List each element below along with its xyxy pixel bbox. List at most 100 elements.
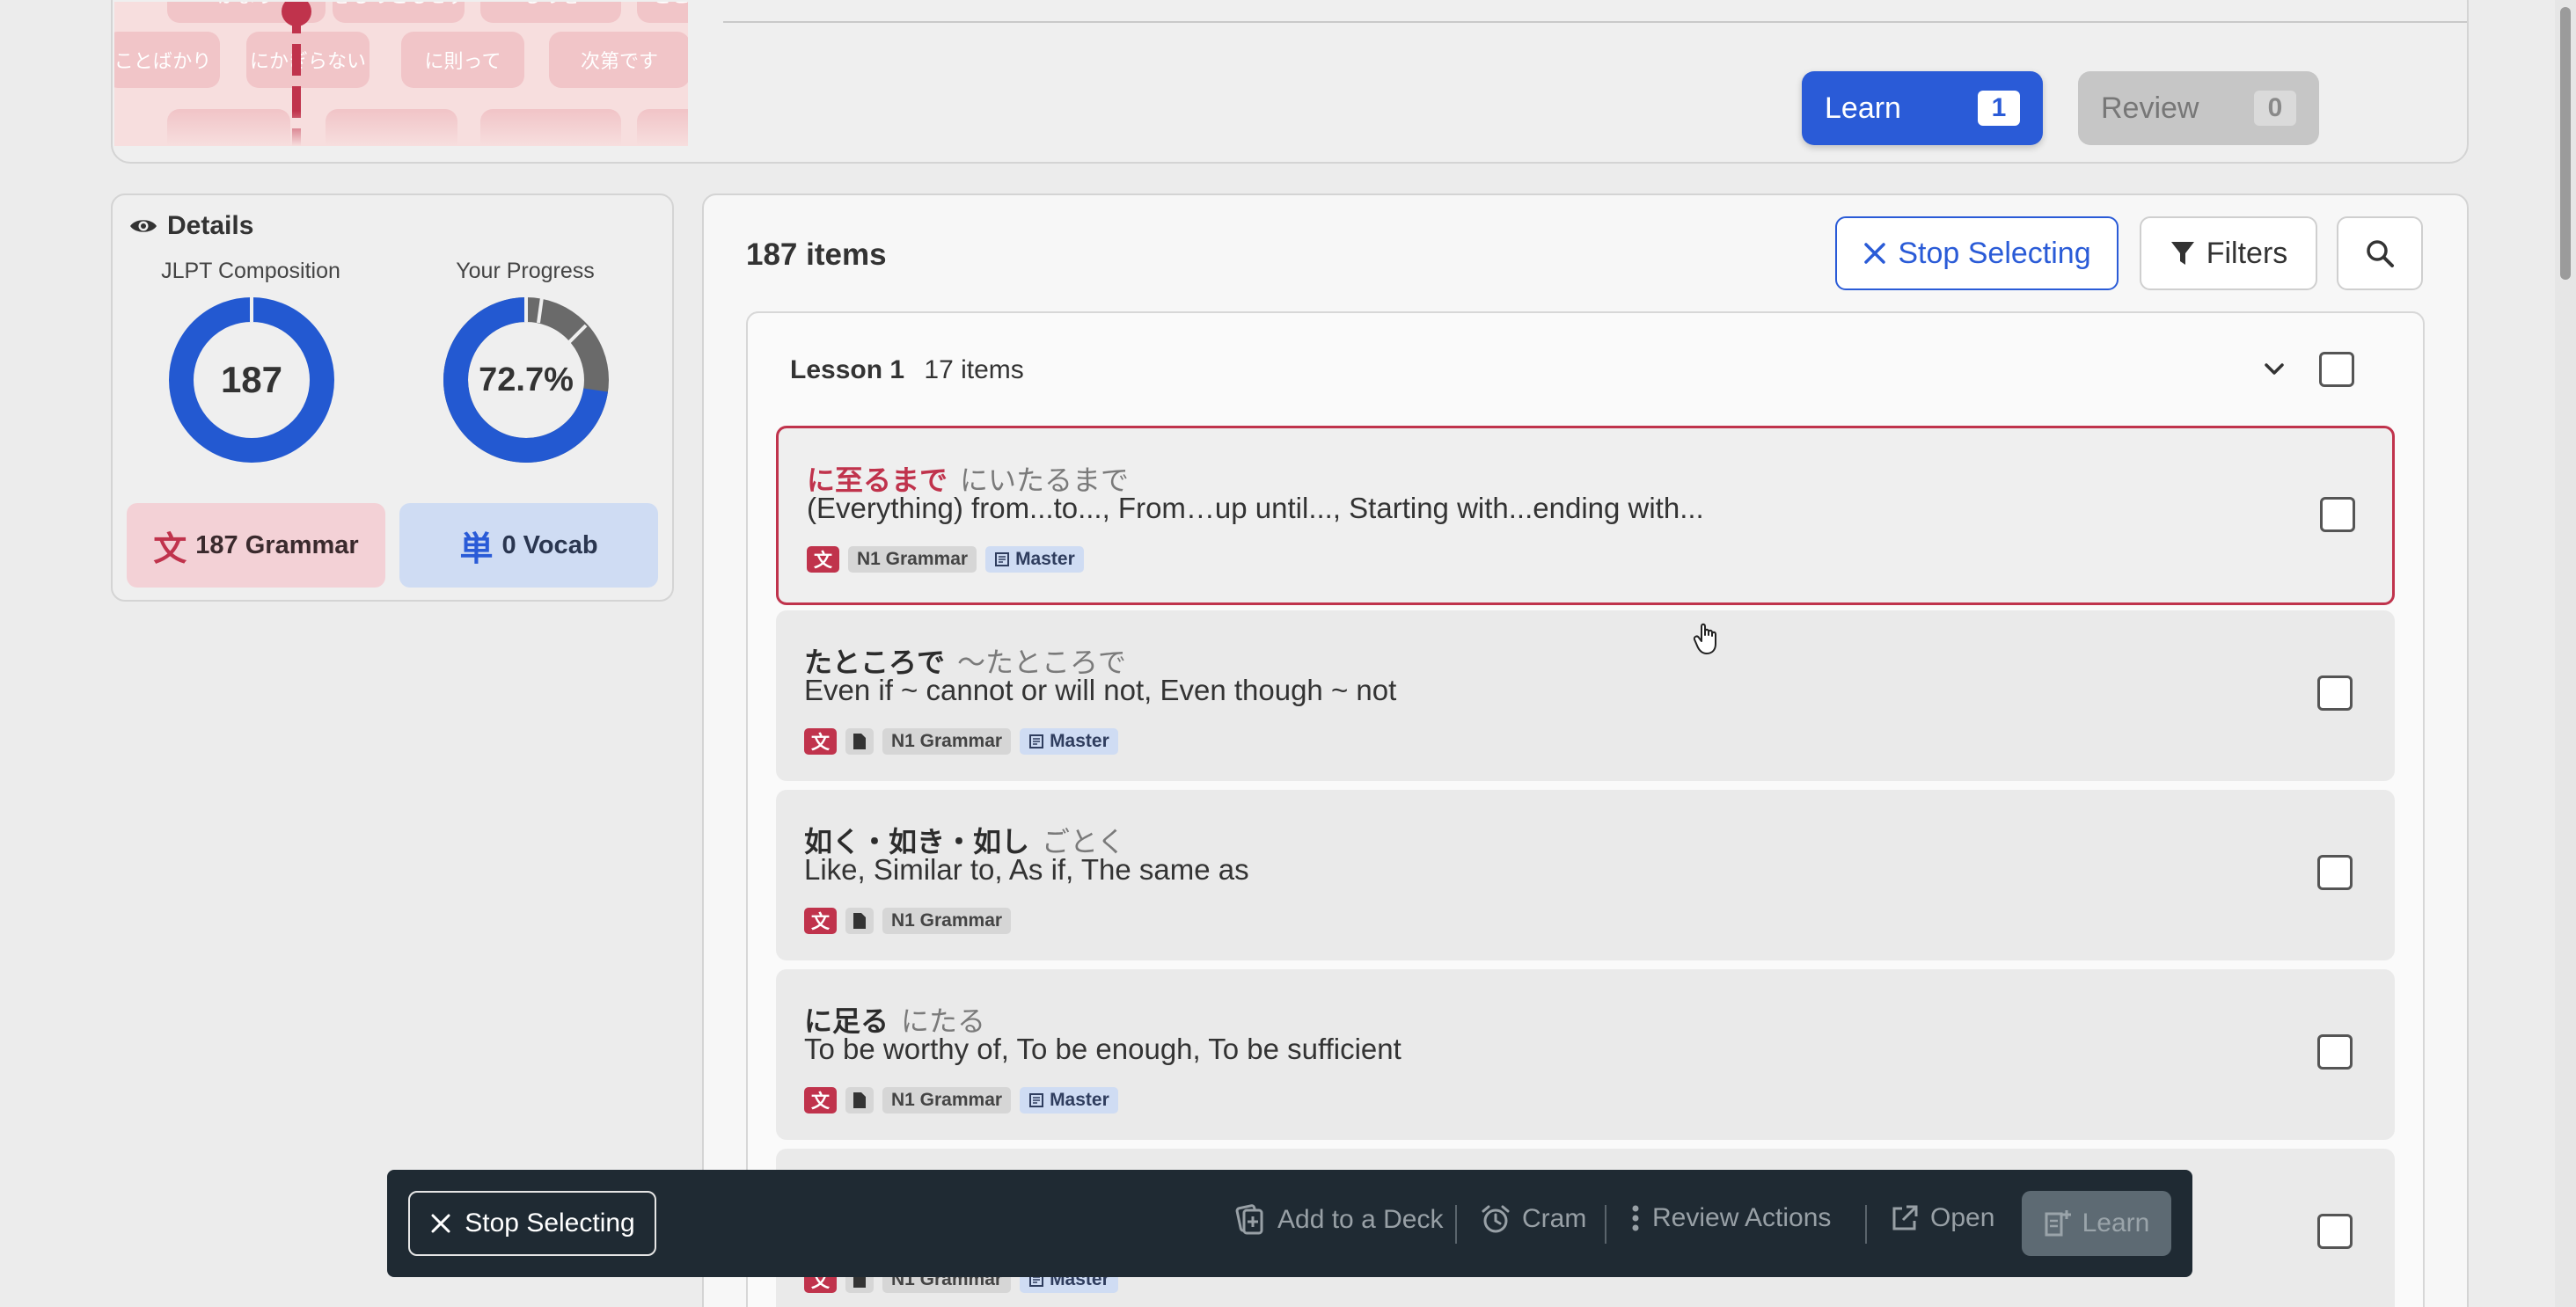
lesson-header[interactable]: Lesson 1 17 items: [790, 355, 1024, 385]
learn-button-label: Learn: [1825, 91, 1901, 125]
filters-label: Filters: [2206, 236, 2288, 270]
cram-button[interactable]: Cram: [1480, 1203, 1586, 1235]
item-select-checkbox[interactable]: [2320, 497, 2355, 532]
banner-tile: 次第です: [549, 32, 688, 88]
divider: [723, 21, 2467, 23]
item-tags: 文 N1 Grammar: [804, 908, 1012, 934]
item-tags: 文 N1 Grammar Master: [804, 728, 1118, 755]
grammar-glyph: 文: [153, 530, 187, 568]
status-badge: Master: [985, 546, 1084, 573]
divider: [1455, 1205, 1457, 1244]
status-label: Master: [1050, 731, 1109, 751]
banner-tile: ことばかり: [114, 32, 220, 88]
item-meaning: Like, Similar to, As if, The same as: [804, 853, 1249, 886]
details-header: Details: [128, 211, 253, 241]
stop-selecting-label: Stop Selecting: [1898, 236, 2091, 270]
stop-selecting-button[interactable]: Stop Selecting: [1835, 216, 2119, 290]
item-meaning: Even if ~ cannot or will not, Even thoug…: [804, 674, 1397, 706]
review-button[interactable]: Review 0: [2078, 71, 2319, 145]
review-count-badge: 0: [2254, 91, 2296, 126]
learn-bar-button[interactable]: Learn: [2022, 1191, 2171, 1256]
grammar-tag: 文: [804, 728, 837, 755]
learn-add-icon: [2045, 1210, 2071, 1237]
level-tag: N1 Grammar: [882, 1087, 1012, 1114]
items-count: 187 items: [746, 237, 887, 272]
level-tag: N1 Grammar: [882, 908, 1012, 934]
item-meaning: To be worthy of, To be enough, To be suf…: [804, 1033, 1401, 1065]
learn-button[interactable]: Learn 1: [1802, 71, 2043, 145]
document-icon: [845, 908, 874, 934]
learn-count-badge: 1: [1978, 91, 2020, 126]
banner-tile: ところ: [637, 2, 688, 23]
add-to-deck-button[interactable]: Add to a Deck: [1233, 1203, 1443, 1237]
search-button[interactable]: [2337, 216, 2423, 290]
status-badge: Master: [1020, 728, 1118, 755]
close-icon: [1864, 243, 1886, 264]
grammar-count-button[interactable]: 文 187 Grammar: [127, 503, 385, 588]
divider: [1865, 1205, 1867, 1244]
mastery-icon: [995, 552, 1010, 566]
scrollbar-thumb[interactable]: [2560, 7, 2571, 280]
divider: [1605, 1205, 1606, 1244]
hand-cursor-icon: [1693, 623, 1716, 654]
vocab-glyph: 単: [459, 530, 494, 568]
mastery-icon: [1029, 1093, 1044, 1107]
document-icon: [845, 728, 874, 755]
details-title: Details: [167, 211, 254, 240]
more-vertical-icon: [1632, 1205, 1639, 1231]
grammar-tag: 文: [804, 908, 837, 934]
progress-value: 72.7%: [479, 361, 574, 398]
eye-icon: [130, 220, 157, 232]
filter-icon: [2170, 242, 2194, 265]
list-item[interactable]: たところで 〜たところで Even if ~ cannot or will not…: [776, 610, 2395, 781]
lesson-select-checkbox[interactable]: [2319, 352, 2354, 387]
progress-label: Your Progress: [456, 259, 595, 283]
banner-tile: にかぎらない: [246, 32, 370, 88]
review-button-label: Review: [2101, 91, 2199, 125]
level-tag: N1 Grammar: [882, 728, 1012, 755]
chevron-down-icon[interactable]: [2261, 355, 2287, 382]
item-meaning: (Everything) from...to..., From…up until…: [807, 492, 1704, 524]
item-select-checkbox[interactable]: [2317, 1214, 2353, 1249]
search-icon: [2367, 240, 2394, 267]
cram-label: Cram: [1522, 1204, 1587, 1233]
document-icon: [845, 1087, 874, 1114]
item-tags: 文 N1 Grammar Master: [804, 1087, 1118, 1114]
item-select-checkbox[interactable]: [2317, 675, 2353, 711]
banner-fade: [114, 111, 688, 146]
list-item[interactable]: に至るまで にいたるまで (Everything) from...to..., F…: [776, 426, 2395, 605]
open-label: Open: [1930, 1203, 1995, 1232]
item-select-checkbox[interactable]: [2317, 1034, 2353, 1070]
deck-add-icon: [1235, 1204, 1263, 1235]
mastery-icon: [1029, 734, 1044, 748]
add-to-deck-label: Add to a Deck: [1277, 1205, 1444, 1234]
stop-selecting-bar-label: Stop Selecting: [465, 1208, 635, 1238]
jlpt-total: 187: [220, 359, 283, 400]
learn-bar-label: Learn: [2082, 1208, 2150, 1238]
alarm-clock-icon: [1482, 1205, 1510, 1233]
vocab-count-button[interactable]: 単 0 Vocab: [399, 503, 658, 588]
status-badge: Master: [1020, 1087, 1118, 1114]
lesson-item-count: 17 items: [924, 355, 1024, 384]
close-icon: [431, 1214, 450, 1233]
filters-button[interactable]: Filters: [2140, 216, 2317, 290]
open-button[interactable]: Open: [1890, 1203, 1994, 1233]
external-link-icon: [1892, 1205, 1918, 1230]
banner-image: かまう をものともせず ものを ところ ことばかり にかぎらない に則って 次第…: [114, 2, 688, 146]
grammar-count-label: 187 Grammar: [195, 530, 359, 559]
list-item[interactable]: 如く・如き・如し ごとく Like, Similar to, As if, The…: [776, 790, 2395, 960]
banner-tile: に則って: [401, 32, 524, 88]
level-tag: N1 Grammar: [848, 546, 977, 573]
list-item[interactable]: に足る にたる To be worthy of, To be enough, To…: [776, 969, 2395, 1140]
item-select-checkbox[interactable]: [2317, 855, 2353, 890]
status-label: Master: [1050, 1090, 1109, 1110]
grammar-tag: 文: [804, 1087, 837, 1114]
review-actions-label: Review Actions: [1652, 1203, 1832, 1232]
review-actions-button[interactable]: Review Actions: [1629, 1203, 1831, 1233]
details-card: Details JLPT Composition 187 Your Progre…: [111, 193, 674, 602]
banner-tile: ものを: [480, 2, 621, 23]
lesson-name: Lesson 1: [790, 355, 905, 384]
stop-selecting-bar-button[interactable]: Stop Selecting: [408, 1191, 656, 1256]
selection-action-bar: Stop Selecting Add to a Deck Cram Review…: [387, 1170, 2192, 1277]
status-label: Master: [1015, 549, 1075, 569]
